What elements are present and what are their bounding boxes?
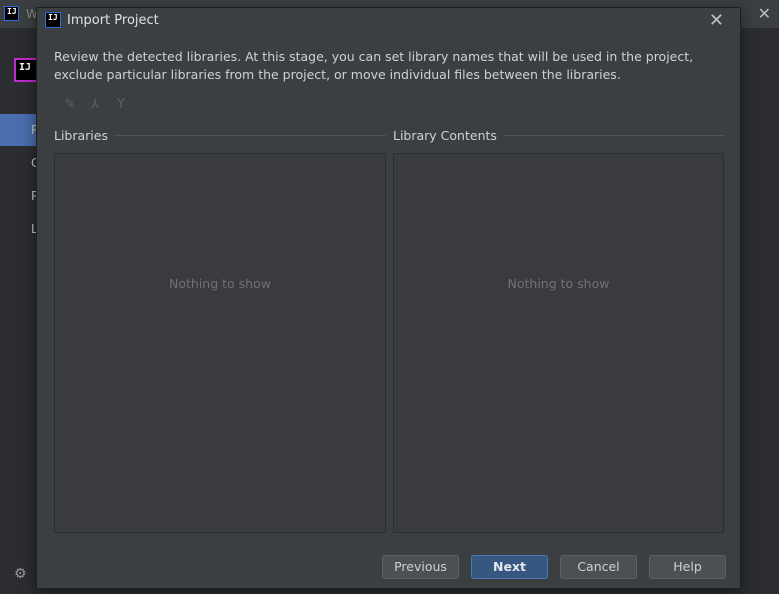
import-project-dialog: IJ Import Project ✕ Review the detected …	[36, 7, 741, 589]
settings-gear-icon[interactable]: ⚙	[14, 566, 27, 582]
library-contents-separator	[492, 135, 724, 136]
close-icon[interactable]: ✕	[709, 10, 724, 31]
app-logo-icon: IJ	[4, 6, 19, 21]
welcome-logo-icon: IJ	[14, 58, 38, 82]
libraries-separator	[107, 135, 386, 136]
previous-button[interactable]: Previous	[382, 555, 459, 579]
help-button[interactable]: Help	[649, 555, 726, 579]
dialog-title: Import Project	[67, 13, 159, 28]
contents-empty-text: Nothing to show	[507, 276, 610, 291]
rename-icon[interactable]: ✎	[61, 96, 79, 114]
library-contents-label: Library Contents	[393, 128, 503, 143]
sidebar-item-customize[interactable]: C	[0, 147, 39, 179]
split-icon[interactable]: Y	[112, 96, 130, 114]
dialog-description: Review the detected libraries. At this s…	[54, 49, 694, 82]
background-sidebar	[0, 28, 36, 594]
libraries-empty-text: Nothing to show	[169, 276, 271, 291]
cancel-button[interactable]: Cancel	[560, 555, 637, 579]
merge-icon[interactable]: ⅄	[86, 96, 104, 114]
sidebar-item-projects[interactable]: P	[0, 114, 38, 146]
background-close-icon[interactable]: ✕	[758, 4, 771, 23]
libraries-panel[interactable]: Nothing to show	[54, 153, 386, 533]
next-button[interactable]: Next	[471, 555, 548, 579]
sidebar-item-learn[interactable]: L	[0, 213, 38, 245]
sidebar-item-plugins[interactable]: P	[0, 180, 38, 212]
library-contents-panel[interactable]: Nothing to show	[393, 153, 724, 533]
libraries-label: Libraries	[54, 128, 114, 143]
dialog-logo-icon: IJ	[45, 12, 61, 28]
